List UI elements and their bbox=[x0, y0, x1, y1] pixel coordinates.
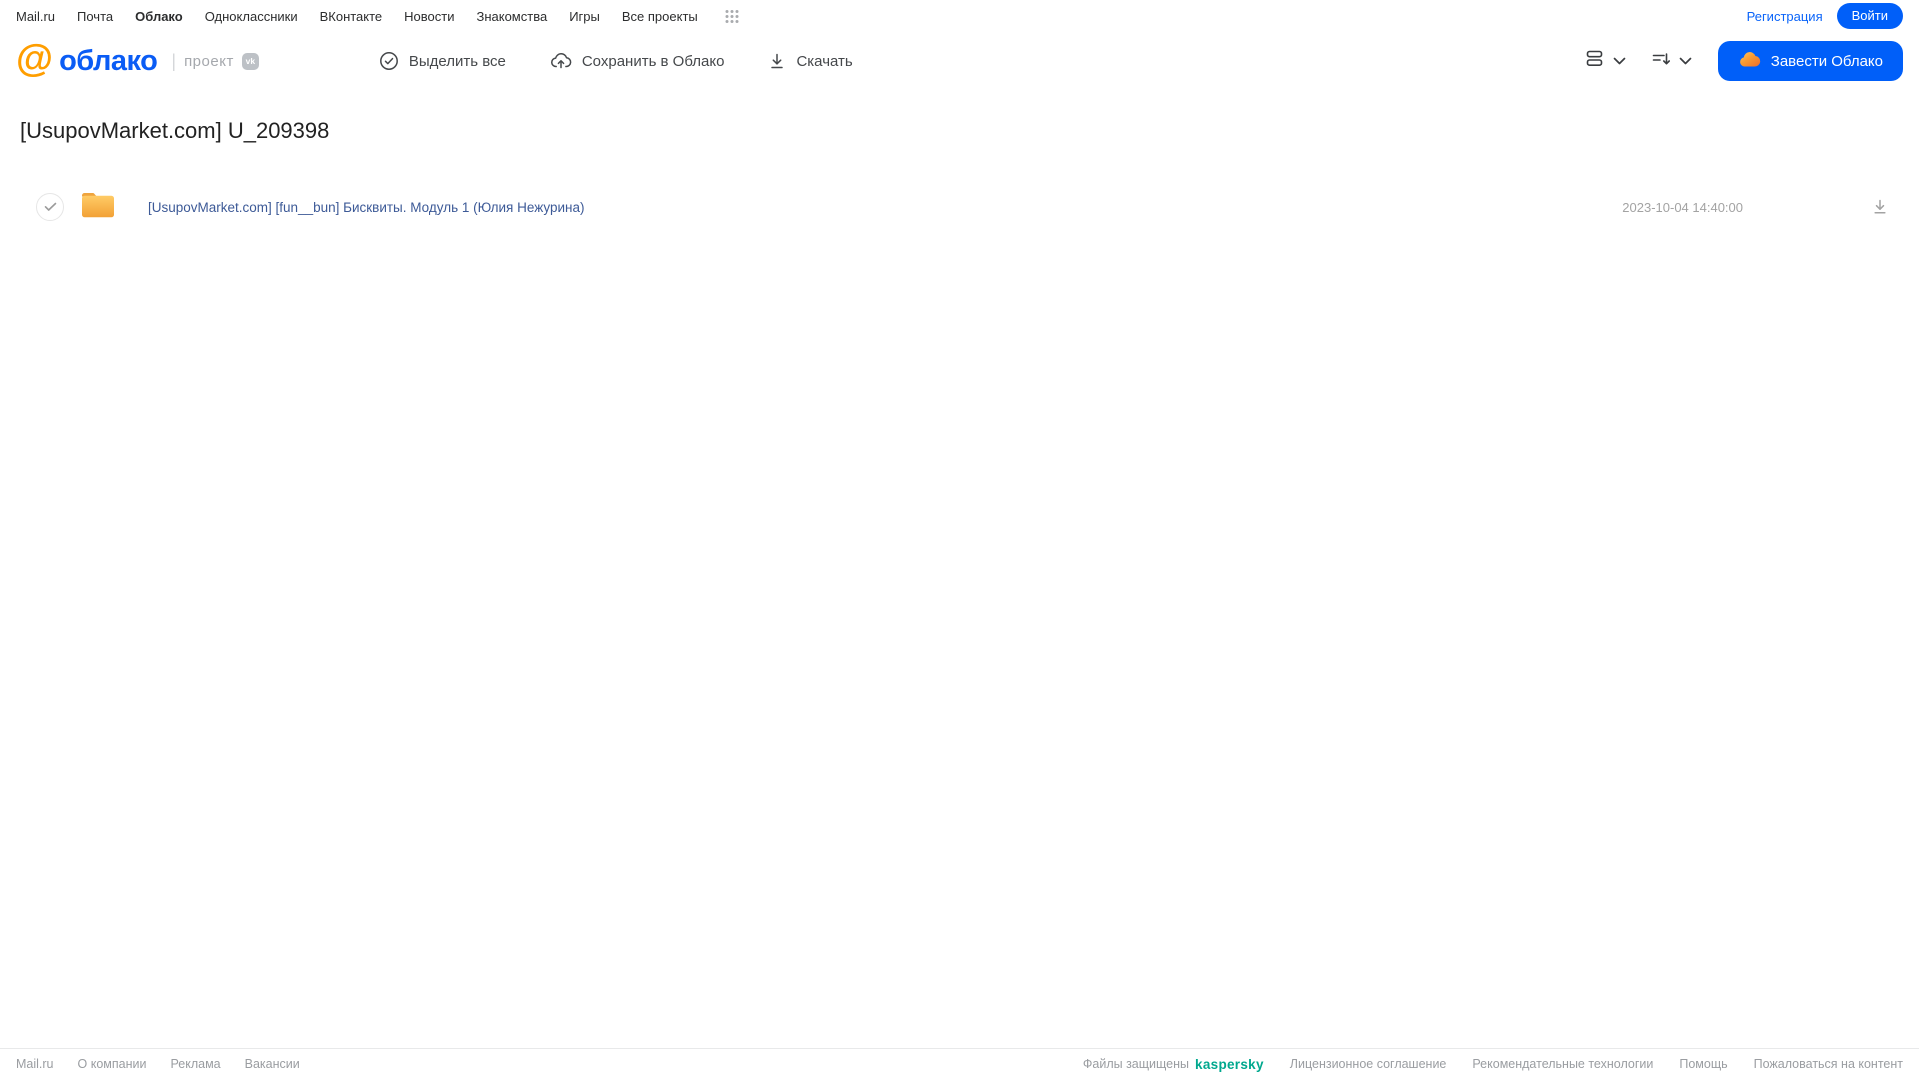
topnav-item-games[interactable]: Игры bbox=[569, 9, 600, 24]
save-to-cloud-button[interactable]: Сохранить в Облако bbox=[550, 51, 725, 71]
cloud-upload-icon bbox=[550, 51, 572, 71]
kaspersky-logo: kaspersky bbox=[1195, 1056, 1264, 1072]
view-mode-selector[interactable] bbox=[1586, 50, 1626, 72]
circle-check-icon bbox=[379, 51, 399, 71]
file-modified-date: 2023-10-04 14:40:00 bbox=[1622, 199, 1743, 215]
topnav-item-news[interactable]: Новости bbox=[404, 9, 454, 24]
footer-link-recommendation-tech[interactable]: Рекомендательные технологии bbox=[1472, 1057, 1653, 1071]
get-cloud-button[interactable]: Завести Облако bbox=[1717, 41, 1903, 81]
folder-name-link[interactable]: [UsupovMarket.com] [fun__bun] Бисквиты. … bbox=[148, 200, 1622, 215]
row-download-icon[interactable] bbox=[1871, 198, 1889, 216]
topnav-item-odnoklassniki[interactable]: Одноклассники bbox=[205, 9, 298, 24]
orange-cloud-icon bbox=[1738, 51, 1761, 72]
login-button[interactable]: Войти bbox=[1836, 3, 1903, 29]
portal-topnav: Mail.ru Почта Облако Одноклассники ВКонт… bbox=[0, 0, 1919, 32]
file-toolbar: Выделить все Сохранить в Облако Скачать bbox=[379, 51, 853, 71]
footer-link-ads[interactable]: Реклама bbox=[170, 1057, 220, 1071]
chevron-down-icon bbox=[1679, 52, 1692, 70]
row-select-checkbox[interactable] bbox=[36, 193, 64, 221]
footer-link-license[interactable]: Лицензионное соглашение bbox=[1290, 1057, 1447, 1071]
folder-icon bbox=[80, 190, 116, 225]
page-footer: Mail.ru О компании Реклама Вакансии Файл… bbox=[0, 1048, 1919, 1079]
topnav-item-mail[interactable]: Почта bbox=[77, 9, 113, 24]
files-protected-label: Файлы защищены bbox=[1082, 1057, 1190, 1071]
vk-badge-icon: vk bbox=[241, 52, 259, 70]
topnav-item-cloud[interactable]: Облако bbox=[135, 9, 183, 24]
footer-link-mailru[interactable]: Mail.ru bbox=[16, 1057, 54, 1071]
kaspersky-protection: Файлы защищены kaspersky bbox=[1083, 1057, 1264, 1072]
vk-project-tag: | проект vk bbox=[171, 50, 259, 72]
content-area: [UsupovMarket.com] U_209398 [UsupovMarke… bbox=[0, 90, 1919, 1048]
topnav-item-dating[interactable]: Знакомства bbox=[476, 9, 547, 24]
topnav-item-vkontakte[interactable]: ВКонтакте bbox=[320, 9, 383, 24]
page-title: [UsupovMarket.com] U_209398 bbox=[20, 118, 330, 143]
project-label: проект bbox=[184, 52, 234, 70]
list-view-icon bbox=[1586, 50, 1605, 72]
cloud-header: @ облако | проект vk Выделить все Сохран… bbox=[0, 32, 1919, 90]
footer-right-links: Файлы защищены kaspersky Лицензионное со… bbox=[1083, 1057, 1903, 1072]
view-controls: Завести Облако bbox=[1586, 41, 1903, 81]
download-button[interactable]: Скачать bbox=[768, 52, 853, 71]
footer-link-jobs[interactable]: Вакансии bbox=[245, 1057, 300, 1071]
chevron-down-icon bbox=[1613, 52, 1626, 70]
download-icon bbox=[768, 52, 786, 71]
topnav-item-all-projects[interactable]: Все проекты bbox=[622, 9, 698, 24]
sort-icon bbox=[1652, 51, 1671, 72]
footer-link-help[interactable]: Помощь bbox=[1679, 1057, 1727, 1071]
cloud-public-page: Mail.ru Почта Облако Одноклассники ВКонт… bbox=[0, 0, 1919, 1079]
sort-selector[interactable] bbox=[1652, 51, 1692, 72]
download-label: Скачать bbox=[796, 52, 853, 70]
logo-divider: | bbox=[171, 50, 177, 71]
footer-link-about[interactable]: О компании bbox=[78, 1057, 147, 1071]
portal-links: Mail.ru Почта Облако Одноклассники ВКонт… bbox=[16, 8, 740, 24]
registration-link[interactable]: Регистрация bbox=[1747, 9, 1823, 24]
get-cloud-label: Завести Облако bbox=[1770, 52, 1883, 70]
file-row[interactable]: [UsupovMarket.com] [fun__bun] Бисквиты. … bbox=[0, 182, 1919, 232]
footer-left-links: Mail.ru О компании Реклама Вакансии bbox=[16, 1057, 300, 1071]
select-all-button[interactable]: Выделить все bbox=[379, 51, 506, 71]
auth-area: Регистрация Войти bbox=[1747, 3, 1903, 29]
topnav-item-mailru[interactable]: Mail.ru bbox=[16, 9, 55, 24]
save-to-cloud-label: Сохранить в Облако bbox=[581, 52, 725, 70]
select-all-label: Выделить все bbox=[408, 52, 506, 70]
cloud-logo-text: облако bbox=[59, 44, 158, 77]
cloud-logo[interactable]: @ облако | проект vk bbox=[16, 40, 259, 78]
all-projects-grid-icon[interactable] bbox=[724, 8, 740, 24]
mailru-at-icon: @ bbox=[16, 38, 54, 80]
footer-link-report-content[interactable]: Пожаловаться на контент bbox=[1754, 1057, 1903, 1071]
